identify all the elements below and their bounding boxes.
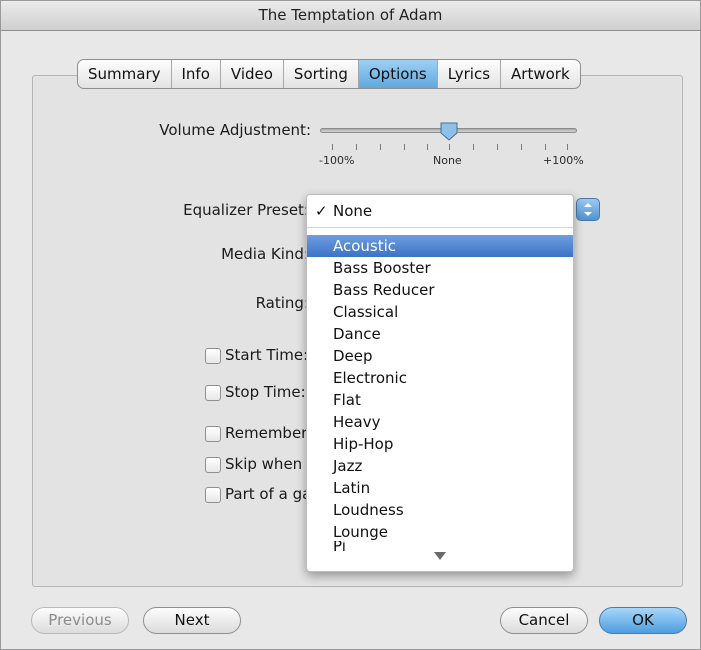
- tab-summary[interactable]: Summary: [78, 60, 172, 88]
- volume-tick: [473, 144, 474, 150]
- tab-bar: Summary Info Video Sorting Options Lyric…: [77, 59, 581, 89]
- skip-when-shuffling-label: Skip when: [225, 455, 303, 473]
- menu-item-lounge[interactable]: Lounge: [307, 521, 573, 543]
- menu-item-piano-partial[interactable]: Pi: [307, 541, 573, 551]
- info-window: The Temptation of Adam Summary Info Vide…: [0, 0, 701, 650]
- stop-time-checkbox[interactable]: [205, 385, 221, 401]
- menu-item-jazz[interactable]: Jazz: [307, 455, 573, 477]
- menu-item-none[interactable]: ✓ None: [307, 200, 573, 222]
- stop-time-label: Stop Time:: [225, 383, 306, 401]
- volume-tick: [332, 144, 333, 150]
- part-of-gapless-label: Part of a ga: [225, 485, 312, 503]
- menu-item-heavy[interactable]: Heavy: [307, 411, 573, 433]
- volume-adjustment-label: Volume Adjustment:: [159, 121, 311, 139]
- volume-mid-label: None: [433, 154, 462, 167]
- remember-position-label: Remember: [225, 424, 308, 442]
- tab-video[interactable]: Video: [221, 60, 284, 88]
- ok-button[interactable]: OK: [599, 607, 687, 634]
- menu-separator: [307, 227, 573, 228]
- menu-item-classical[interactable]: Classical: [307, 301, 573, 323]
- media-kind-label: Media Kind:: [221, 245, 309, 263]
- tab-options[interactable]: Options: [358, 60, 438, 88]
- menu-item-bass-reducer[interactable]: Bass Reducer: [307, 279, 573, 301]
- volume-tick: [380, 144, 381, 150]
- cancel-button[interactable]: Cancel: [500, 607, 588, 634]
- tab-lyrics[interactable]: Lyrics: [438, 60, 502, 88]
- equalizer-select-stepper[interactable]: [576, 198, 600, 221]
- volume-tick: [545, 144, 546, 150]
- tab-sorting[interactable]: Sorting: [284, 60, 359, 88]
- volume-min-label: -100%: [319, 154, 355, 167]
- tab-artwork[interactable]: Artwork: [501, 60, 580, 88]
- volume-tick: [497, 144, 498, 150]
- start-time-label: Start Time:: [225, 346, 309, 364]
- volume-max-label: +100%: [543, 154, 584, 167]
- start-time-checkbox[interactable]: [205, 348, 221, 364]
- volume-tick: [427, 144, 428, 150]
- volume-tick: [521, 144, 522, 150]
- menu-item-loudness[interactable]: Loudness: [307, 499, 573, 521]
- scroll-down-arrow-icon[interactable]: [434, 552, 446, 560]
- menu-item-electronic[interactable]: Electronic: [307, 367, 573, 389]
- checkmark-icon: ✓: [315, 202, 328, 220]
- menu-item-hip-hop[interactable]: Hip-Hop: [307, 433, 573, 455]
- menu-item-bass-booster[interactable]: Bass Booster: [307, 257, 573, 279]
- skip-when-shuffling-checkbox[interactable]: [205, 457, 221, 473]
- menu-item-latin[interactable]: Latin: [307, 477, 573, 499]
- volume-tick: [449, 144, 450, 150]
- menu-item-acoustic[interactable]: Acoustic: [307, 235, 573, 257]
- previous-button[interactable]: Previous: [31, 607, 129, 634]
- part-of-gapless-checkbox[interactable]: [205, 487, 221, 503]
- next-button[interactable]: Next: [143, 607, 241, 634]
- menu-item-dance[interactable]: Dance: [307, 323, 573, 345]
- chevron-updown-icon: [584, 203, 592, 216]
- menu-item-deep[interactable]: Deep: [307, 345, 573, 367]
- remember-position-checkbox[interactable]: [205, 426, 221, 442]
- equalizer-preset-label: Equalizer Preset:: [183, 201, 309, 219]
- volume-tick: [356, 144, 357, 150]
- equalizer-preset-menu: ✓ None Acoustic Bass Booster Bass Reduce…: [306, 194, 574, 572]
- menu-item-flat[interactable]: Flat: [307, 389, 573, 411]
- window-title: The Temptation of Adam: [1, 1, 700, 31]
- volume-slider-thumb[interactable]: [440, 122, 458, 141]
- tab-info[interactable]: Info: [172, 60, 221, 88]
- volume-tick: [567, 144, 568, 150]
- rating-label: Rating:: [255, 294, 309, 312]
- volume-tick: [404, 144, 405, 150]
